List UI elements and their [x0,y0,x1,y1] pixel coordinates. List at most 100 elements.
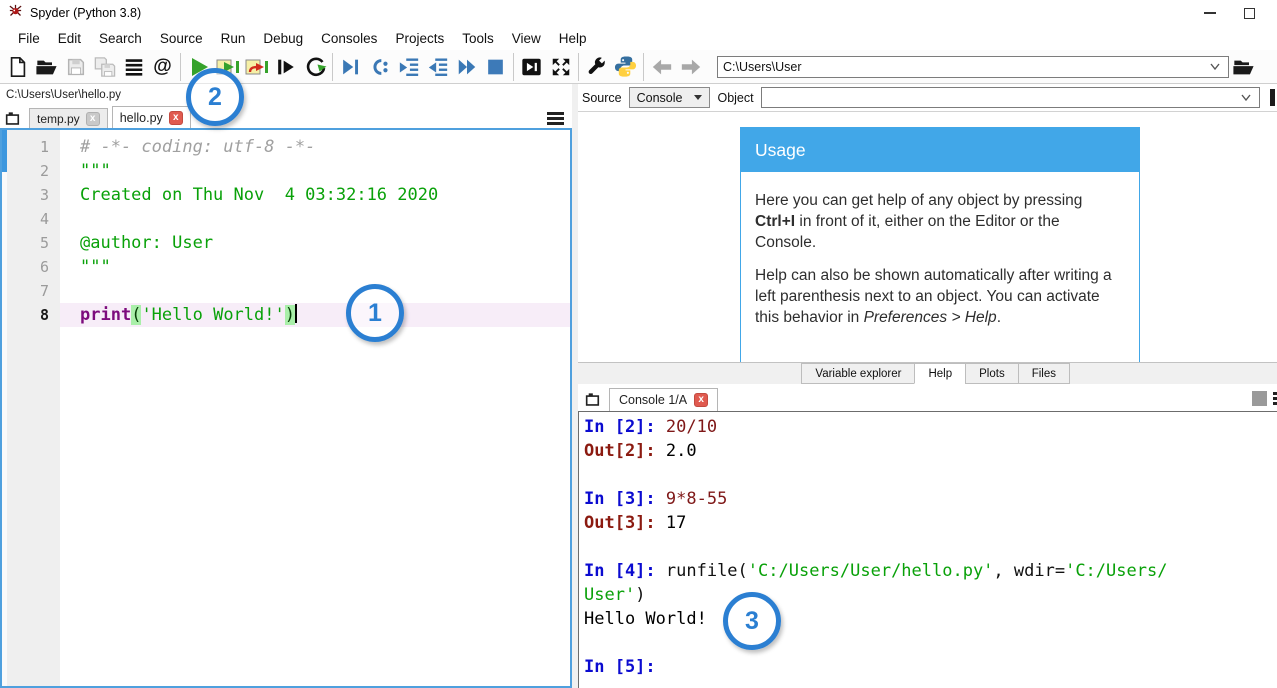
menu-projects[interactable]: Projects [386,29,453,48]
code-line[interactable]: """ [60,159,570,183]
editor-file-path: C:\Users\User\hello.py [0,84,572,106]
line-number[interactable]: 4 [7,207,49,231]
code-line[interactable]: Created on Thu Nov 4 03:32:16 2020 [60,183,570,207]
menu-file[interactable]: File [9,29,49,48]
chevron-down-icon[interactable] [1210,63,1220,70]
code-line[interactable]: @author: User [60,231,570,255]
annotation-circle-1: 1 [346,284,404,342]
line-number-gutter[interactable]: 12345678 [7,130,60,686]
menu-consoles[interactable]: Consoles [312,29,386,48]
console-line: In [2]: 20/10 [584,415,1277,439]
menu-search[interactable]: Search [90,29,151,48]
menu-debug[interactable]: Debug [254,29,312,48]
browse-tabs-icon[interactable] [3,109,23,127]
close-tab-icon[interactable]: x [169,111,183,125]
working-directory-value: C:\Users\User [718,60,1210,74]
tab-console-1a[interactable]: Console 1/A x [609,388,718,411]
editor-scrollbar[interactable] [2,130,7,686]
debug-cell-button[interactable] [365,53,394,81]
line-number[interactable]: 6 [7,255,49,279]
symbol-finder-button[interactable]: @ [148,53,177,81]
step-over-button[interactable] [394,53,423,81]
code-line[interactable] [60,207,570,231]
line-number[interactable]: 2 [7,159,49,183]
console-line [584,463,1277,487]
python-path-button[interactable] [611,53,640,81]
menu-edit[interactable]: Edit [49,29,90,48]
menu-help[interactable]: Help [550,29,596,48]
source-label: Source [582,91,622,105]
save-all-button[interactable] [90,53,119,81]
working-directory-combobox[interactable]: C:\Users\User [717,56,1229,78]
lock-icon[interactable] [1270,89,1275,106]
line-number[interactable]: 7 [7,279,49,303]
window-title: Spyder (Python 3.8) [30,6,141,20]
tab-hello-py[interactable]: hello.py x [112,106,191,128]
rerun-file-button[interactable] [300,53,329,81]
annotation-circle-2: 2 [186,68,244,126]
line-number[interactable]: 8 [7,303,49,327]
line-number[interactable]: 5 [7,231,49,255]
usage-paragraph-2: Help can also be shown automatically aft… [755,265,1125,328]
help-source-dropdown[interactable]: Console [629,87,711,108]
menu-source[interactable]: Source [151,29,212,48]
tab-variable-explorer[interactable]: Variable explorer [801,363,915,384]
menu-tools[interactable]: Tools [453,29,503,48]
console-line: Hello World! [584,607,1277,631]
toolbar-separator [643,53,644,81]
step-return-button[interactable] [423,53,452,81]
code-line[interactable]: print('Hello World!') [60,303,570,327]
continue-execution-button[interactable] [452,53,481,81]
debug-file-button[interactable] [336,53,365,81]
editor-tab-bar: temp.py x hello.py x [0,106,572,128]
chevron-down-icon[interactable] [1241,94,1251,101]
forward-button[interactable] [676,53,705,81]
maximize-button[interactable] [1244,8,1255,19]
right-panel: Source Console Object Usage Here you can… [578,84,1277,688]
line-number[interactable]: 1 [7,135,49,159]
object-combobox[interactable] [761,87,1260,108]
minimize-button[interactable] [1204,12,1216,14]
menu-run[interactable]: Run [212,29,255,48]
new-file-button[interactable] [3,53,32,81]
interrupt-kernel-icon[interactable] [1252,391,1267,406]
console-line: User') [584,583,1277,607]
save-button[interactable] [61,53,90,81]
code-line[interactable]: """ [60,255,570,279]
browse-tabs-icon[interactable] [583,390,603,408]
tab-temp-py[interactable]: temp.py x [29,108,108,128]
code-editor[interactable]: 12345678 # -*- coding: utf-8 -*-"""Creat… [0,128,572,688]
tab-label: Console 1/A [619,393,687,407]
back-button[interactable] [647,53,676,81]
console-options-menu-icon[interactable] [1273,392,1277,405]
tab-plots[interactable]: Plots [965,363,1019,384]
stop-debug-button[interactable] [481,53,510,81]
maximize-pane-button[interactable] [517,53,546,81]
help-content: Usage Here you can get help of any objec… [578,111,1277,362]
outline-explorer-button[interactable] [119,53,148,81]
rerun-cell-button[interactable] [242,53,271,81]
annotation-circle-3: 3 [723,592,781,650]
code-area[interactable]: # -*- coding: utf-8 -*-"""Created on Thu… [60,130,570,686]
close-tab-icon[interactable]: x [694,393,708,407]
browse-working-directory-button[interactable] [1229,53,1258,81]
line-number[interactable]: 3 [7,183,49,207]
close-tab-icon[interactable]: x [86,112,100,126]
pane-tab-bar: Variable explorer Help Plots Files [578,362,1277,384]
console-tab-bar: Console 1/A x [578,384,1277,411]
menu-view[interactable]: View [503,29,550,48]
usage-title: Usage [741,128,1139,172]
tab-files[interactable]: Files [1018,363,1070,384]
scrollbar-thumb[interactable] [2,130,7,172]
editor-options-menu-icon[interactable] [547,112,564,125]
open-file-button[interactable] [32,53,61,81]
code-line[interactable] [60,279,570,303]
ipython-console[interactable]: In [2]: 20/10Out[2]: 2.0In [3]: 9*8-55Ou… [578,411,1277,688]
toolbar-separator [578,53,579,81]
menu-bar: FileEditSearchSourceRunDebugConsolesProj… [0,26,1277,50]
code-line[interactable]: # -*- coding: utf-8 -*- [60,135,570,159]
run-selection-button[interactable] [271,53,300,81]
preferences-wrench-button[interactable] [582,53,611,81]
fullscreen-button[interactable] [546,53,575,81]
tab-help[interactable]: Help [914,363,966,384]
